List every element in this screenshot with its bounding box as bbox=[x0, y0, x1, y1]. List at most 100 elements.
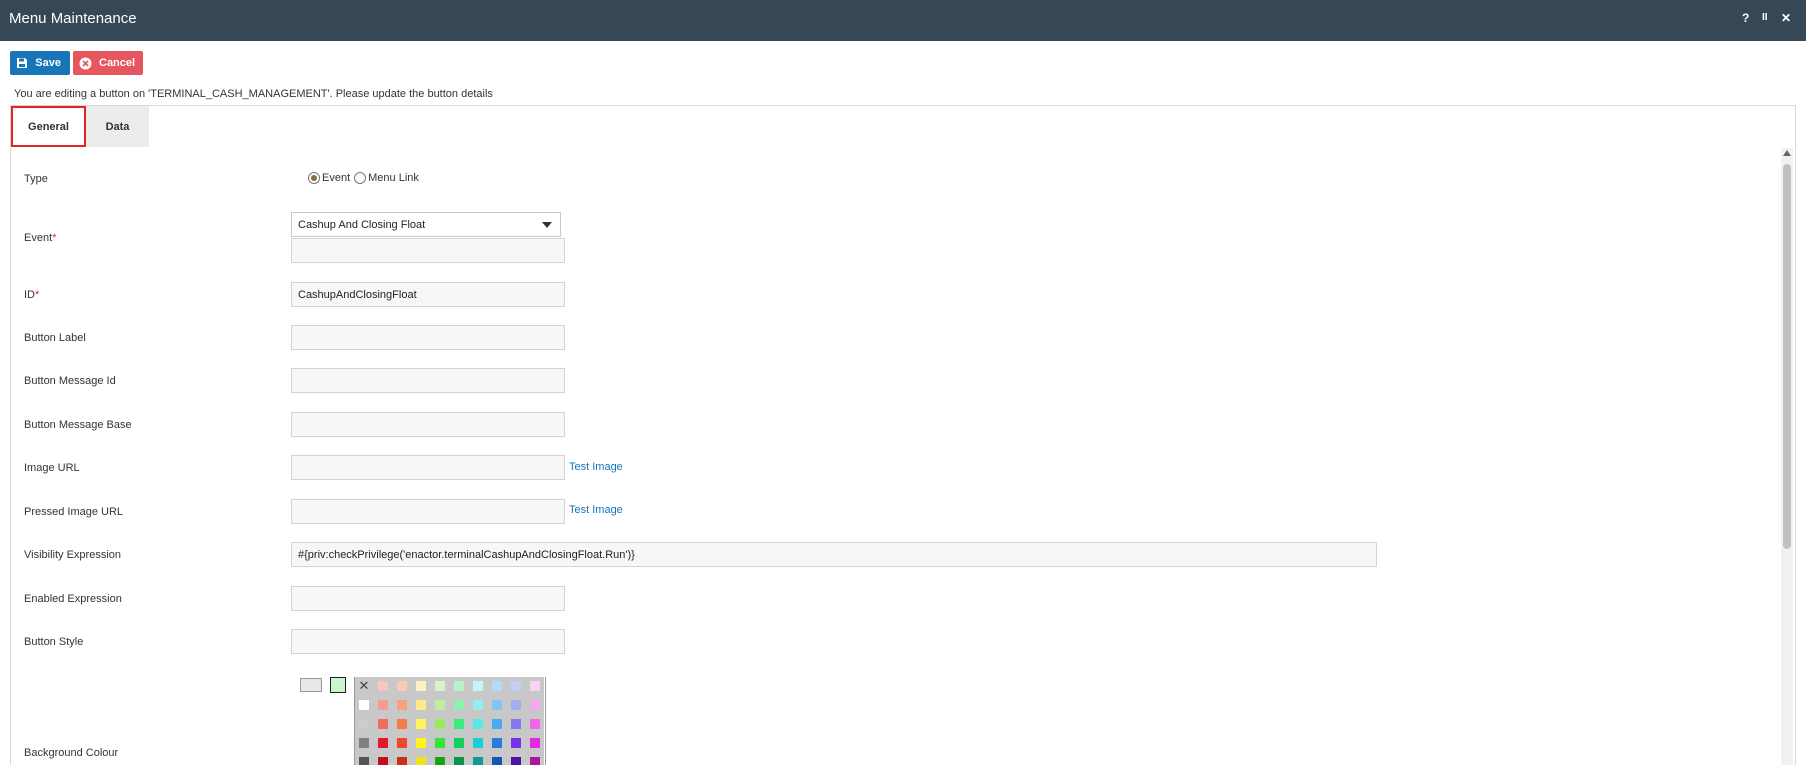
palette-colour-cell[interactable] bbox=[454, 738, 464, 748]
palette-colour-cell[interactable] bbox=[397, 700, 407, 710]
palette-colour-cell[interactable] bbox=[359, 719, 369, 729]
palette-colour-cell[interactable] bbox=[359, 700, 369, 710]
window-title: Menu Maintenance bbox=[9, 10, 137, 27]
scroll-up-arrow-icon[interactable] bbox=[1783, 150, 1791, 156]
palette-colour-cell[interactable] bbox=[530, 681, 540, 691]
palette-colour-cell[interactable] bbox=[416, 681, 426, 691]
palette-divider bbox=[545, 677, 546, 765]
test-image-link[interactable]: Test Image bbox=[569, 461, 623, 473]
palette-colour-cell[interactable] bbox=[492, 757, 502, 765]
scrollbar-thumb[interactable] bbox=[1783, 164, 1791, 549]
type-event-label: Event bbox=[322, 172, 351, 184]
palette-colour-cell[interactable] bbox=[378, 738, 388, 748]
tab-general[interactable]: General bbox=[11, 106, 86, 147]
button-label-field[interactable] bbox=[291, 325, 565, 350]
palette-colour-cell[interactable] bbox=[511, 757, 521, 765]
event-select-value: Cashup And Closing Float bbox=[298, 218, 426, 231]
type-event-radio[interactable] bbox=[308, 172, 320, 184]
palette-colour-cell[interactable] bbox=[511, 719, 521, 729]
required-marker: * bbox=[35, 289, 40, 301]
pressed-image-url-field[interactable] bbox=[291, 499, 565, 524]
palette-colour-cell[interactable] bbox=[511, 700, 521, 710]
pressed-image-url-label: Pressed Image URL bbox=[24, 506, 124, 518]
event-select[interactable]: Cashup And Closing Float bbox=[291, 212, 561, 237]
event-extra-field[interactable] bbox=[291, 238, 565, 263]
palette-colour-cell[interactable] bbox=[454, 681, 464, 691]
cancel-circle-icon bbox=[79, 56, 92, 70]
palette-colour-cell[interactable] bbox=[416, 700, 426, 710]
palette-colour-cell[interactable] bbox=[378, 681, 388, 691]
save-label: Save bbox=[35, 57, 61, 69]
palette-colour-cell[interactable] bbox=[435, 757, 445, 765]
colour-palette: ✕ bbox=[354, 677, 546, 765]
palette-colour-cell[interactable] bbox=[397, 681, 407, 691]
button-message-base-field[interactable] bbox=[291, 412, 565, 437]
palette-colour-cell[interactable] bbox=[454, 719, 464, 729]
palette-colour-cell[interactable] bbox=[454, 757, 464, 765]
pause-icon[interactable]: II bbox=[1762, 12, 1768, 23]
form-panel: General Data bbox=[10, 105, 1796, 765]
required-marker: * bbox=[52, 232, 57, 244]
palette-colour-cell[interactable] bbox=[530, 719, 540, 729]
radio-selected-dot bbox=[311, 175, 317, 181]
no-colour-icon[interactable]: ✕ bbox=[358, 679, 370, 692]
palette-colour-cell[interactable] bbox=[530, 757, 540, 765]
palette-colour-cell[interactable] bbox=[378, 700, 388, 710]
palette-colour-cell[interactable] bbox=[492, 719, 502, 729]
palette-colour-cell[interactable] bbox=[435, 719, 445, 729]
enabled-expression-field[interactable] bbox=[291, 586, 565, 611]
id-field[interactable]: CashupAndClosingFloat bbox=[291, 282, 565, 307]
id-label: ID* bbox=[24, 289, 40, 301]
cancel-button[interactable]: Cancel bbox=[73, 51, 143, 75]
test-pressed-image-link[interactable]: Test Image bbox=[569, 504, 623, 516]
button-style-field[interactable] bbox=[291, 629, 565, 654]
palette-colour-cell[interactable] bbox=[378, 757, 388, 765]
palette-colour-cell[interactable] bbox=[359, 738, 369, 748]
visibility-expression-field[interactable]: #{priv:checkPrivilege('enactor.terminalC… bbox=[291, 542, 1377, 567]
palette-colour-cell[interactable] bbox=[492, 681, 502, 691]
palette-colour-cell[interactable] bbox=[473, 681, 483, 691]
chevron-down-icon bbox=[542, 222, 552, 228]
palette-colour-cell[interactable] bbox=[416, 757, 426, 765]
palette-colour-cell[interactable] bbox=[473, 738, 483, 748]
save-button[interactable]: Save bbox=[10, 51, 70, 75]
button-label-label: Button Label bbox=[24, 332, 86, 344]
palette-colour-cell[interactable] bbox=[492, 738, 502, 748]
close-icon[interactable]: ✕ bbox=[1781, 11, 1791, 25]
button-message-base-label: Button Message Base bbox=[24, 419, 132, 431]
palette-colour-cell[interactable] bbox=[530, 738, 540, 748]
type-radio-group: Event Menu Link bbox=[308, 172, 423, 184]
palette-colour-cell[interactable] bbox=[454, 700, 464, 710]
type-menu-link-radio[interactable] bbox=[354, 172, 367, 184]
palette-colour-cell[interactable] bbox=[359, 757, 369, 765]
palette-colour-cell[interactable] bbox=[511, 738, 521, 748]
title-bar: Menu Maintenance ? II ✕ bbox=[0, 0, 1806, 41]
palette-colour-cell[interactable] bbox=[416, 738, 426, 748]
palette-colour-cell[interactable] bbox=[473, 719, 483, 729]
vertical-scrollbar[interactable] bbox=[1781, 148, 1793, 765]
palette-colour-cell[interactable] bbox=[530, 700, 540, 710]
palette-colour-cell[interactable] bbox=[473, 700, 483, 710]
palette-colour-cell[interactable] bbox=[416, 719, 426, 729]
palette-colour-cell[interactable] bbox=[397, 738, 407, 748]
palette-colour-cell[interactable] bbox=[473, 757, 483, 765]
event-label: Event* bbox=[24, 232, 57, 244]
palette-colour-cell[interactable] bbox=[492, 700, 502, 710]
image-url-field[interactable] bbox=[291, 455, 565, 480]
button-message-id-label: Button Message Id bbox=[24, 375, 116, 387]
palette-colour-cell[interactable] bbox=[378, 719, 388, 729]
palette-colour-cell[interactable] bbox=[435, 681, 445, 691]
palette-colour-cell[interactable] bbox=[511, 681, 521, 691]
background-colour-label: Background Colour bbox=[24, 747, 119, 759]
help-icon[interactable]: ? bbox=[1742, 11, 1749, 25]
selected-colour-swatch[interactable] bbox=[330, 677, 346, 693]
palette-colour-cell[interactable] bbox=[435, 738, 445, 748]
tab-data[interactable]: Data bbox=[86, 106, 149, 147]
current-colour-swatch[interactable] bbox=[300, 678, 322, 692]
palette-colour-cell[interactable] bbox=[397, 757, 407, 765]
enabled-expression-label: Enabled Expression bbox=[24, 593, 122, 605]
palette-colour-cell[interactable] bbox=[397, 719, 407, 729]
palette-colour-cell[interactable] bbox=[435, 700, 445, 710]
button-message-id-field[interactable] bbox=[291, 368, 565, 393]
image-url-label: Image URL bbox=[24, 462, 80, 474]
